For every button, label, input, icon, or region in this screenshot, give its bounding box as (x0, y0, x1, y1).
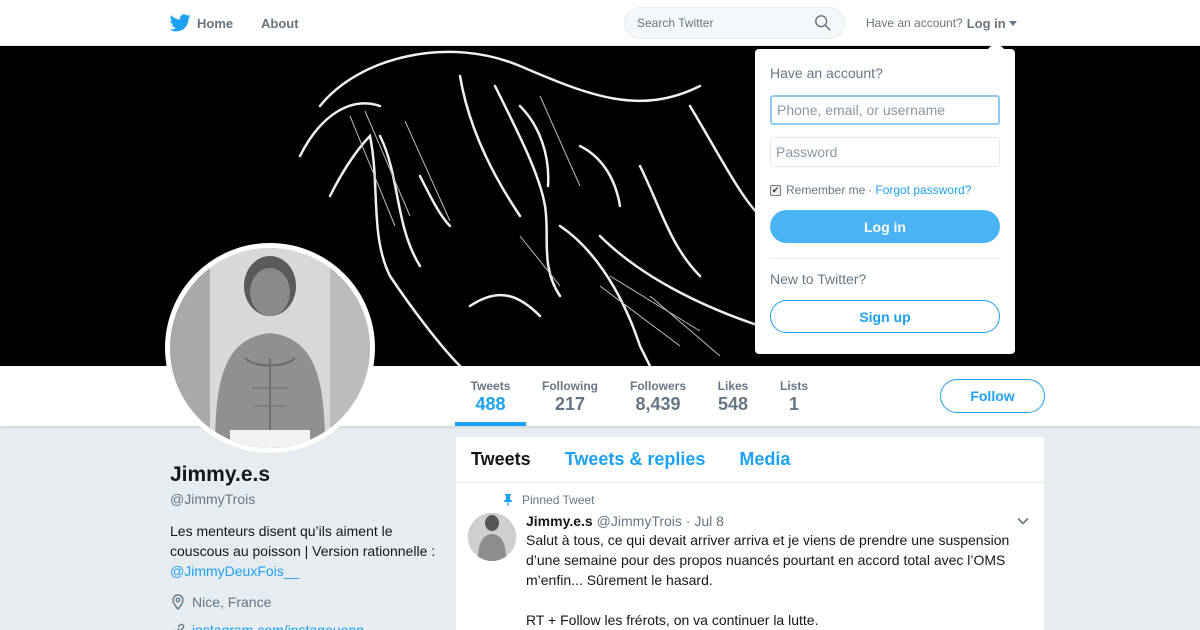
stat-lists-value: 1 (788, 394, 799, 414)
profile-website[interactable]: instagram.com/instagouenn (170, 622, 364, 630)
tweet-text-secondary: RT + Follow les frérots, on va continuer… (526, 612, 819, 628)
tweet-header: Jimmy.e.s @JimmyTrois · Jul 8 (526, 513, 1029, 529)
profile-name[interactable]: Jimmy.e.s (170, 463, 270, 487)
login-dropdown-toggle[interactable]: Log in (967, 16, 1017, 31)
stat-following[interactable]: Following 217 (538, 366, 602, 426)
tweet-author-name[interactable]: Jimmy.e.s (526, 513, 593, 529)
pinned-label: Pinned Tweet (522, 493, 595, 507)
tweet-avatar[interactable] (468, 513, 516, 561)
remember-label[interactable]: Remember me (786, 183, 865, 197)
stat-likes-value: 548 (717, 394, 749, 414)
stat-tweets-value: 488 (475, 394, 506, 414)
profile-location: Nice, France (170, 594, 271, 610)
stat-followers-value: 8,439 (635, 394, 681, 414)
twitter-bird-icon (170, 14, 191, 32)
top-navigation-bar: Home About Have an account? Log in (0, 0, 1200, 46)
username-field[interactable] (770, 95, 1000, 125)
nav-home-link[interactable]: Home (170, 0, 233, 46)
link-icon (174, 623, 185, 630)
profile-avatar[interactable] (165, 243, 375, 453)
separator-dot: · (868, 183, 873, 197)
tweet-text: Salut à tous, ce qui devait arriver arri… (526, 532, 1010, 588)
stat-tweets[interactable]: Tweets 488 (455, 366, 526, 426)
account-prompt: Have an account? Log in (866, 0, 1017, 46)
avatar-photo (170, 248, 370, 448)
tab-tweets[interactable]: Tweets (471, 449, 531, 470)
tweet-meta[interactable]: @JimmyTrois · Jul 8 (597, 513, 724, 529)
dropdown-divider (770, 258, 1000, 259)
nav-home-label: Home (197, 15, 234, 31)
tab-media[interactable]: Media (739, 449, 790, 470)
search-box[interactable] (624, 7, 845, 39)
login-button[interactable]: Log in (770, 210, 1000, 243)
nav-about-label: About (261, 15, 299, 31)
pin-icon (504, 494, 512, 506)
follow-button[interactable]: Follow (940, 379, 1045, 413)
remember-row: ✔ Remember me · Forgot password? (770, 183, 1000, 197)
bio-text: Les menteurs disent qu’ils aiment le cou… (170, 523, 436, 559)
stat-lists-label: Lists (779, 379, 808, 393)
login-toggle-label: Log in (966, 15, 1006, 31)
pinned-tweet[interactable]: Pinned Tweet Jimmy.e.s @JimmyTrois · Jul… (456, 483, 1044, 630)
tab-tweets-replies[interactable]: Tweets & replies (565, 449, 706, 470)
search-icon[interactable] (814, 14, 832, 32)
stat-following-value: 217 (554, 394, 586, 414)
stat-likes-label: Likes (717, 379, 749, 393)
caret-down-icon (1008, 20, 1017, 26)
location-text: Nice, France (192, 594, 272, 610)
profile-handle[interactable]: @JimmyTrois (170, 491, 255, 507)
pinned-label-row: Pinned Tweet (503, 491, 1029, 509)
location-pin-icon (172, 594, 184, 610)
stat-followers[interactable]: Followers 8,439 (625, 366, 691, 426)
stat-tweets-label: Tweets (470, 379, 511, 393)
stat-likes[interactable]: Likes 548 (713, 366, 753, 426)
new-to-twitter-text: New to Twitter? (770, 271, 867, 287)
stat-lists[interactable]: Lists 1 (776, 366, 812, 426)
dropdown-title: Have an account? (770, 65, 883, 81)
search-input[interactable] (637, 16, 814, 30)
timeline-tabs: Tweets Tweets & replies Media (456, 437, 1044, 483)
stat-followers-label: Followers (629, 379, 686, 393)
bio-mention-link[interactable]: @JimmyDeuxFois__ (170, 563, 299, 579)
nav-about-link[interactable]: About (261, 0, 299, 46)
chevron-down-icon[interactable] (1016, 514, 1030, 528)
signup-button[interactable]: Sign up (770, 300, 1000, 333)
website-link[interactable]: instagram.com/instagouenn (192, 622, 364, 630)
timeline: Tweets Tweets & replies Media Pinned Twe… (456, 437, 1044, 630)
checkbox-checked-icon[interactable]: ✔ (770, 184, 781, 196)
login-dropdown: Have an account? ✔ Remember me · Forgot … (755, 41, 1015, 354)
profile-bio: Les menteurs disent qu’ils aiment le cou… (170, 521, 440, 581)
tweet-avatar-photo (468, 513, 516, 561)
stat-following-label: Following (542, 379, 598, 393)
forgot-password-link[interactable]: Forgot password? (875, 183, 971, 197)
password-field[interactable] (770, 137, 1000, 167)
have-account-text: Have an account? (866, 16, 963, 30)
